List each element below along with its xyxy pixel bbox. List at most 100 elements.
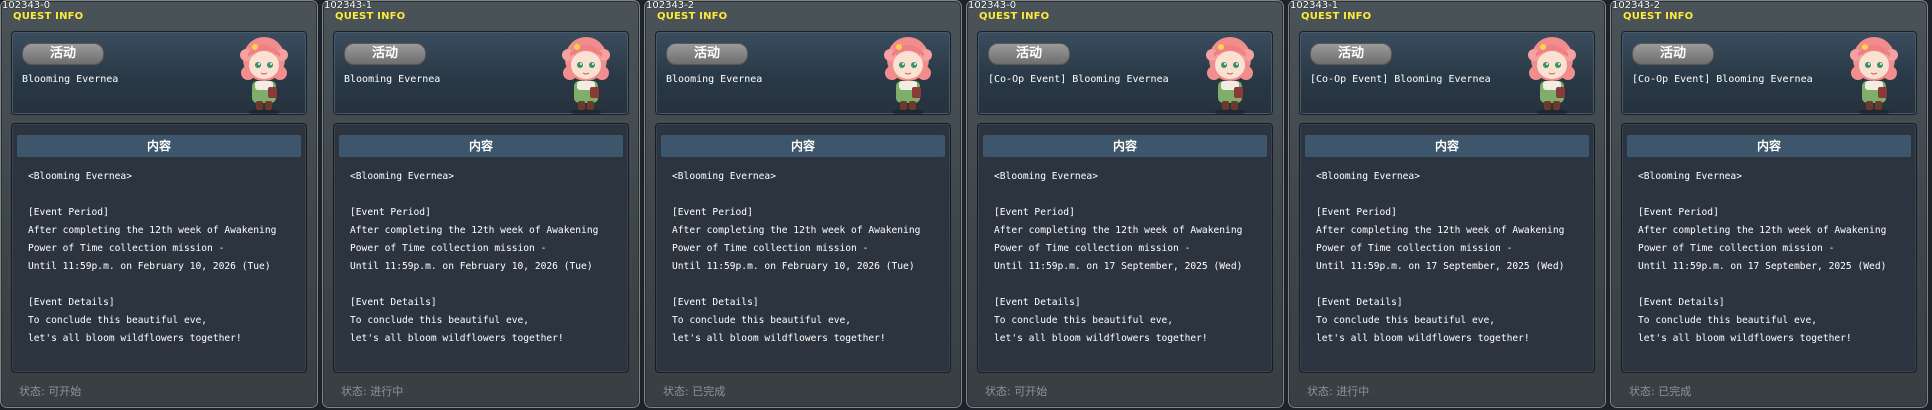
status-prefix: 状态: [1307,385,1333,398]
description-line [994,186,1270,204]
description-line: [Event Period] [28,207,109,218]
event-tag-badge: 活动 [1310,43,1392,65]
description-line [1638,186,1914,204]
quest-header: 活动 [Co-Op Event] Blooming Evernea [977,31,1273,115]
description-line: <Blooming Evernea> [994,171,1098,182]
description-line [28,276,304,294]
description-line: Until 11:59p.m. on 17 September, 2025 (W… [1316,261,1565,272]
quest-status: 状态: 进行中 [1307,383,1369,399]
quest-content-box[interactable]: 内容 <Blooming Evernea> [Event Period] Aft… [1299,123,1595,373]
npc-portrait-icon [240,37,288,115]
description-line: To conclude this beautiful eve, [28,315,208,326]
description-line [28,186,304,204]
quest-status: 状态: 已完成 [1629,383,1691,399]
description-line: <Blooming Evernea> [350,171,454,182]
event-tag-badge: 活动 [988,43,1070,65]
description-line: After completing the 12th week of Awaken… [994,225,1243,236]
quest-title: [Co-Op Event] Blooming Evernea [1310,74,1491,85]
quest-title: Blooming Evernea [344,74,441,85]
quest-info-heading: QUEST INFO [13,11,84,22]
status-prefix: 状态: [1629,385,1655,398]
quest-header: 活动 [Co-Op Event] Blooming Evernea [1621,31,1917,115]
description-line: <Blooming Evernea> [672,171,776,182]
quest-content-box[interactable]: 内容 <Blooming Evernea> [Event Period] Aft… [1621,123,1917,373]
quest-header: 活动 Blooming Evernea [333,31,629,115]
description-line: To conclude this beautiful eve, [672,315,852,326]
description-line: Power of Time collection mission - [1638,243,1835,254]
quest-info-heading: QUEST INFO [1301,11,1372,22]
content-section-header: 内容 [1305,135,1589,157]
description-line: Power of Time collection mission - [994,243,1191,254]
description-line: [Event Details] [350,297,437,308]
quest-info-panel: 102343-2 QUEST INFO 活动 Blooming Evernea [644,0,962,408]
quest-content-box[interactable]: 内容 <Blooming Evernea> [Event Period] Aft… [11,123,307,373]
description-line: [Event Period] [1638,207,1719,218]
quest-content-box[interactable]: 内容 <Blooming Evernea> [Event Period] Aft… [655,123,951,373]
event-tag-badge: 活动 [22,43,104,65]
quest-info-panel: 102343-1 QUEST INFO 活动 [Co-Op Event] Blo… [1288,0,1606,408]
panel-id-label: 102343-2 [1612,0,1661,11]
status-prefix: 状态: [985,385,1011,398]
description-line [672,276,948,294]
description-line: [Event Details] [1638,297,1725,308]
content-section-header: 内容 [339,135,623,157]
description-line: Until 11:59p.m. on February 10, 2026 (Tu… [672,261,915,272]
description-line: After completing the 12th week of Awaken… [28,225,277,236]
description-line [350,276,626,294]
quest-status: 状态: 可开始 [19,383,81,399]
description-line: Until 11:59p.m. on February 10, 2026 (Tu… [350,261,593,272]
description-line: After completing the 12th week of Awaken… [1316,225,1565,236]
quest-content-box[interactable]: 内容 <Blooming Evernea> [Event Period] Aft… [977,123,1273,373]
description-line: let's all bloom wildflowers together! [350,333,564,344]
event-tag-badge: 活动 [1632,43,1714,65]
description-line [994,276,1270,294]
status-value: 进行中 [370,385,404,398]
quest-description: <Blooming Evernea> [Event Period] After … [1638,168,1914,348]
description-line: <Blooming Evernea> [1638,171,1742,182]
description-line: let's all bloom wildflowers together! [1316,333,1530,344]
quest-info-panel: 102343-1 QUEST INFO 活动 Blooming Evernea [322,0,640,408]
quest-header: 活动 Blooming Evernea [11,31,307,115]
panel-id-label: 102343-0 [968,0,1017,11]
description-line: [Event Period] [1316,207,1397,218]
description-line: let's all bloom wildflowers together! [994,333,1208,344]
event-tag-badge: 活动 [344,43,426,65]
status-prefix: 状态: [19,385,45,398]
quest-title: Blooming Evernea [666,74,763,85]
description-line [1638,276,1914,294]
status-prefix: 状态: [341,385,367,398]
status-value: 可开始 [48,385,82,398]
quest-description: <Blooming Evernea> [Event Period] After … [1316,168,1592,348]
description-line: Power of Time collection mission - [350,243,547,254]
description-line: [Event Details] [28,297,115,308]
content-section-header: 内容 [983,135,1267,157]
description-line: let's all bloom wildflowers together! [672,333,886,344]
content-section-header: 内容 [661,135,945,157]
quest-title: [Co-Op Event] Blooming Evernea [988,74,1169,85]
description-line [1316,276,1592,294]
description-line: After completing the 12th week of Awaken… [1638,225,1887,236]
quest-content-box[interactable]: 内容 <Blooming Evernea> [Event Period] Aft… [333,123,629,373]
description-line: <Blooming Evernea> [1316,171,1420,182]
description-line: [Event Period] [672,207,753,218]
quest-info-heading: QUEST INFO [335,11,406,22]
npc-portrait-icon [1206,37,1254,115]
description-line: [Event Details] [1316,297,1403,308]
description-line: [Event Period] [350,207,431,218]
description-line: To conclude this beautiful eve, [1316,315,1496,326]
quest-title: Blooming Evernea [22,74,119,85]
description-line: [Event Details] [994,297,1081,308]
quest-header: 活动 [Co-Op Event] Blooming Evernea [1299,31,1595,115]
description-line [672,186,948,204]
description-line: Until 11:59p.m. on 17 September, 2025 (W… [994,261,1243,272]
status-value: 进行中 [1336,385,1370,398]
event-tag-badge: 活动 [666,43,748,65]
quest-description: <Blooming Evernea> [Event Period] After … [28,168,304,348]
quest-info-heading: QUEST INFO [1623,11,1694,22]
quest-info-panel: 102343-2 QUEST INFO 活动 [Co-Op Event] Blo… [1610,0,1928,408]
panel-id-label: 102343-0 [2,0,51,11]
panel-id-label: 102343-1 [324,0,373,11]
quest-info-panel: 102343-0 QUEST INFO 活动 Blooming Evernea [0,0,318,408]
description-line [1316,186,1592,204]
panel-id-label: 102343-1 [1290,0,1339,11]
